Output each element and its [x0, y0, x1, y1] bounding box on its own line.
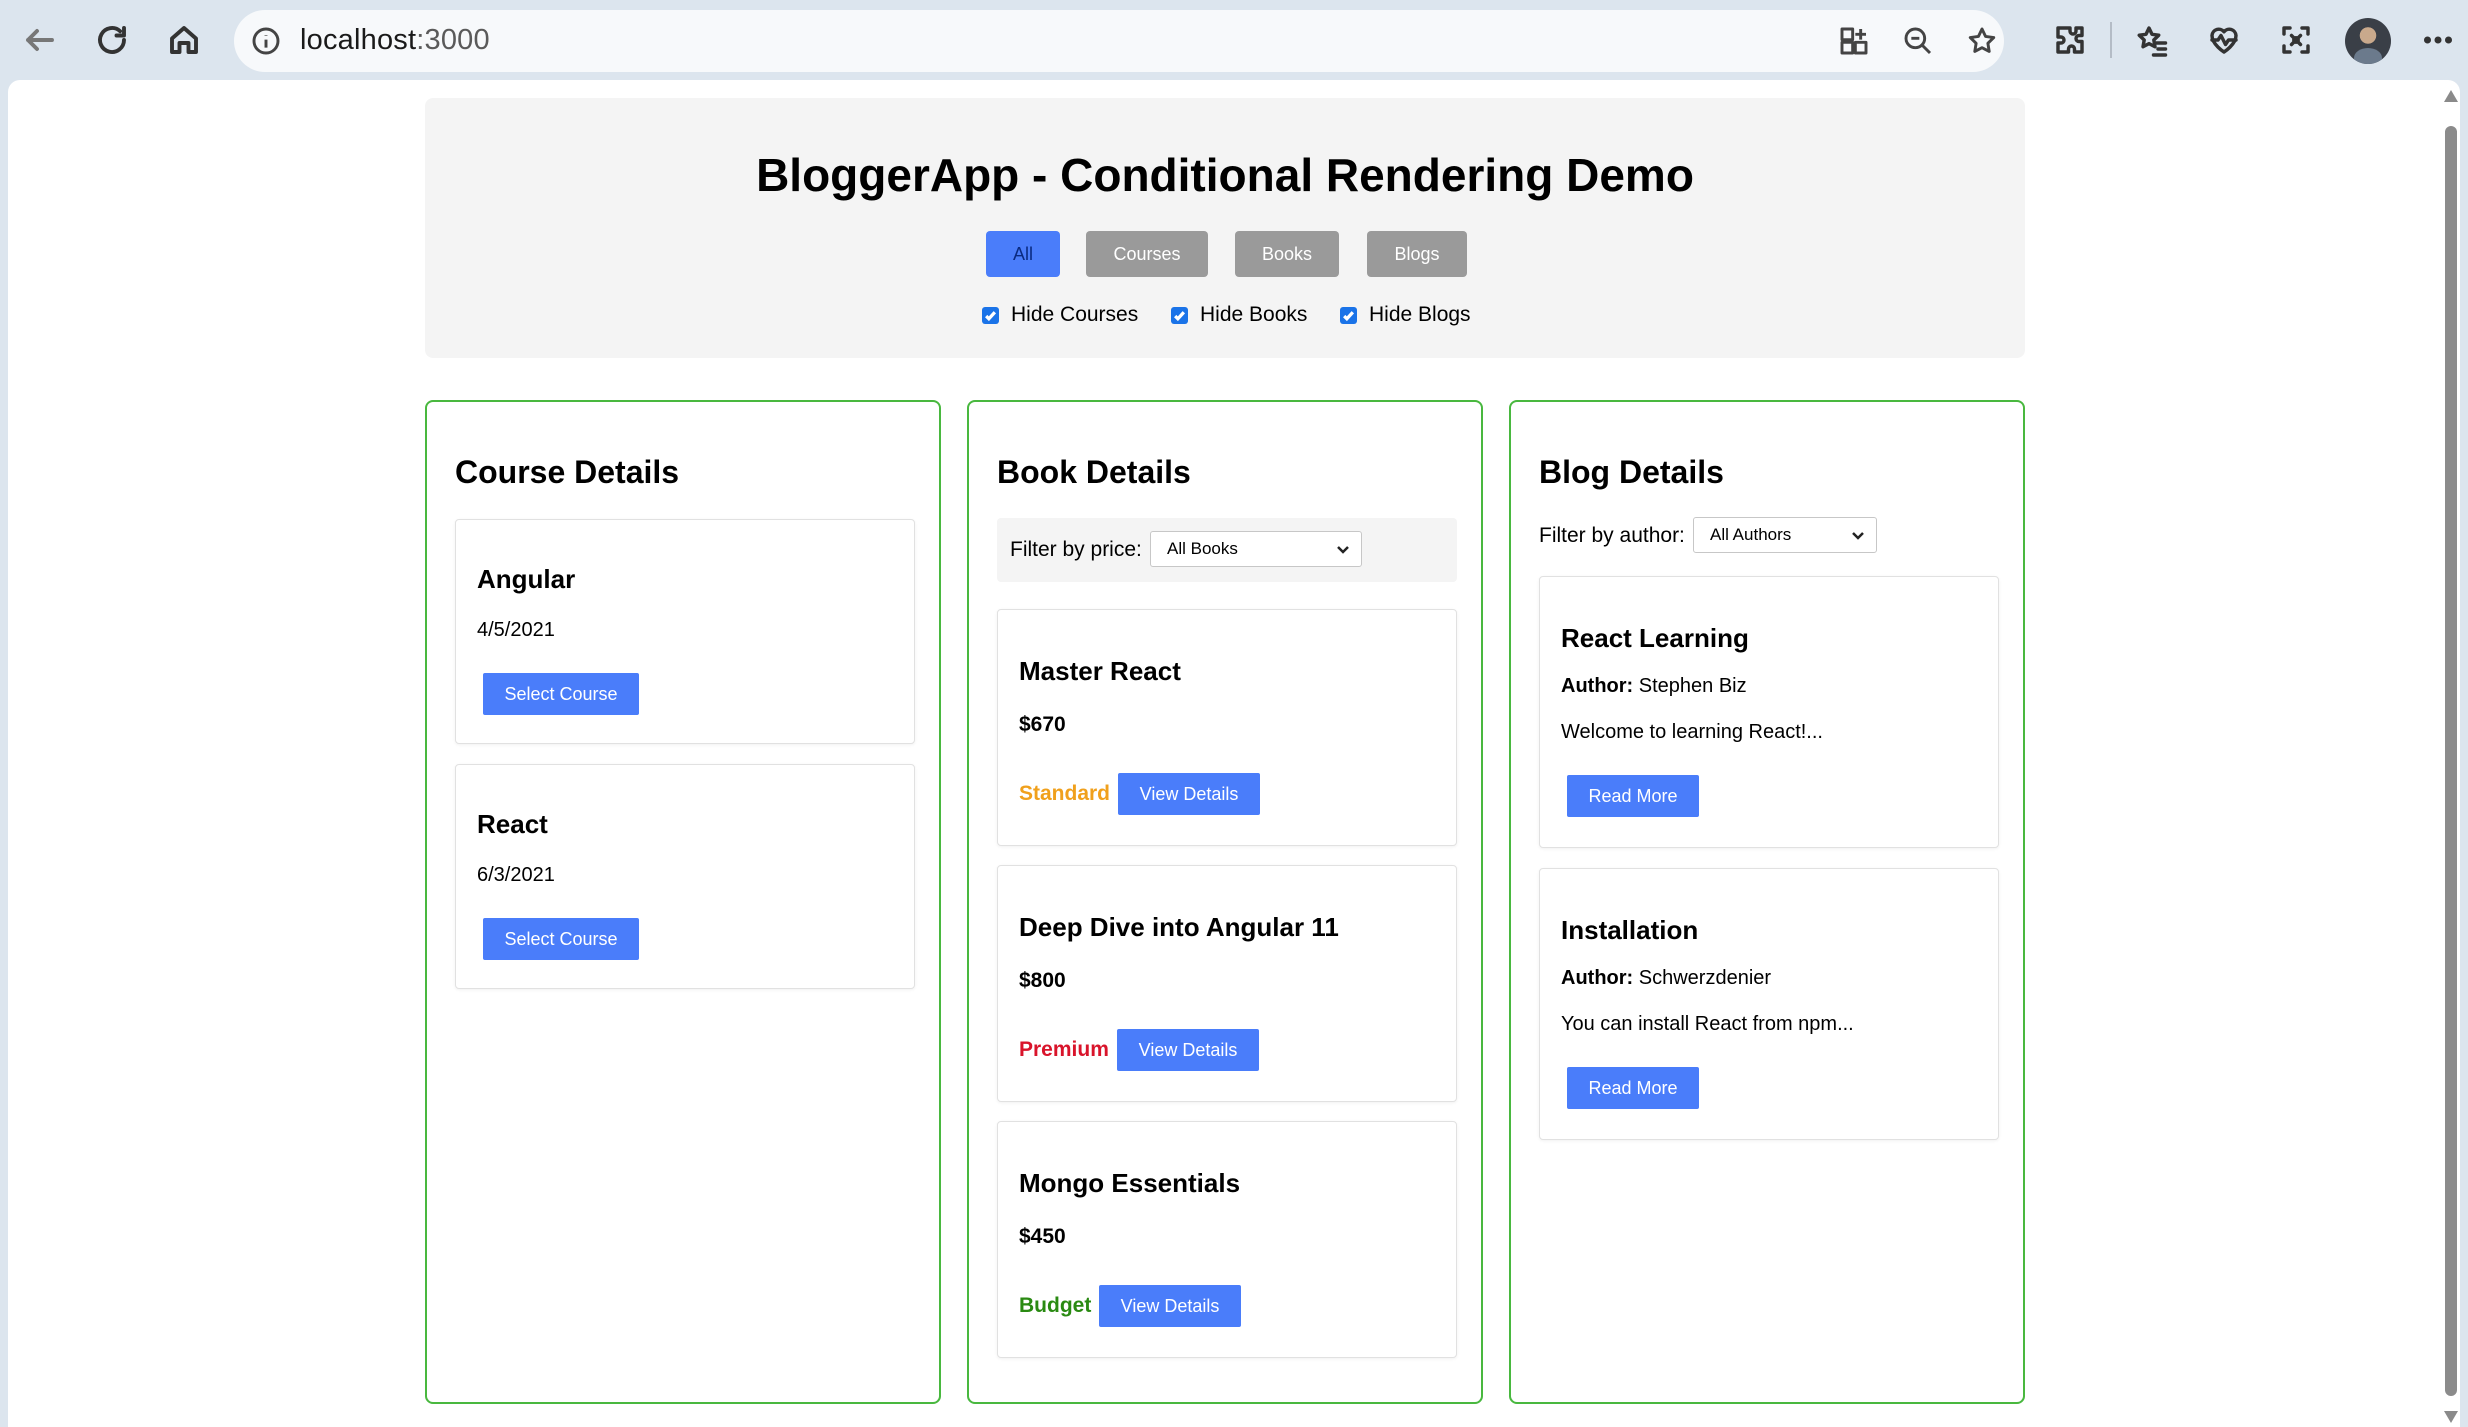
blog-details-panel: Blog Details Filter by author: All Autho…	[1509, 400, 2025, 1404]
author-label: Author:	[1561, 967, 1634, 989]
app-available-icon[interactable]	[1836, 23, 1872, 59]
course-details-title: Course Details	[455, 454, 680, 490]
course-name: React	[477, 809, 548, 839]
url-port: :3000	[416, 24, 490, 56]
book-card: Mongo Essentials $450 Budget View Detail…	[997, 1121, 1457, 1358]
course-card: React 6/3/2021 Select Course	[455, 764, 915, 989]
url-host: localhost	[300, 24, 417, 56]
chevron-down-icon	[1335, 542, 1349, 556]
url-text[interactable]: localhost:3000	[300, 24, 490, 57]
site-info-icon[interactable]	[248, 23, 284, 59]
course-date: 4/5/2021	[477, 619, 555, 641]
book-details-panel: Book Details Filter by price: All Books …	[967, 400, 1483, 1404]
filter-courses-button[interactable]: Courses	[1086, 231, 1208, 277]
checkbox-checked-icon[interactable]	[1171, 306, 1188, 324]
book-tier-label: Premium	[1019, 1038, 1109, 1061]
scroll-thumb[interactable]	[2445, 126, 2457, 1396]
favorites-list-icon[interactable]	[2130, 18, 2174, 62]
hide-courses-label: Hide Courses	[1011, 303, 1139, 326]
blog-name: Installation	[1561, 915, 1699, 945]
book-name: Mongo Essentials	[1019, 1168, 1241, 1198]
view-details-button[interactable]: View Details	[1117, 1029, 1259, 1071]
blog-excerpt: Welcome to learning React!...	[1561, 721, 1823, 743]
chevron-down-icon	[1850, 528, 1864, 542]
browser-toolbar: localhost:3000	[0, 0, 2468, 80]
screenshot-icon[interactable]	[2274, 18, 2318, 62]
checkbox-checked-icon[interactable]	[982, 306, 999, 324]
hide-blogs-checkbox[interactable]: Hide Blogs	[1340, 303, 1471, 327]
course-name: Angular	[477, 564, 576, 594]
toolbar-divider	[2110, 22, 2112, 58]
reload-icon	[98, 26, 126, 54]
author-filter-value: All Authors	[1710, 525, 1792, 544]
home-icon	[170, 26, 198, 54]
author-label: Author:	[1561, 675, 1634, 697]
page-title: BloggerApp - Conditional Rendering Demo	[756, 149, 1694, 201]
more-menu-icon[interactable]	[2418, 18, 2458, 62]
blog-author: Stephen Biz	[1638, 675, 1747, 697]
extensions-puzzle-icon[interactable]	[2048, 18, 2092, 62]
address-bar[interactable]: localhost:3000	[234, 10, 2004, 72]
blog-excerpt: You can install React from npm...	[1561, 1013, 1854, 1035]
arrow-left-icon	[26, 29, 54, 51]
scroll-down-arrow-icon[interactable]	[2444, 1411, 2458, 1423]
blog-author-line: Author: Stephen Biz	[1561, 675, 1747, 698]
favorite-star-icon[interactable]	[1964, 23, 2000, 59]
blog-details-title: Blog Details	[1539, 454, 1724, 490]
home-button[interactable]	[158, 14, 210, 66]
checkbox-checked-icon[interactable]	[1340, 306, 1357, 324]
hide-books-label: Hide Books	[1200, 303, 1308, 326]
hide-books-checkbox[interactable]: Hide Books	[1171, 303, 1307, 327]
filter-books-button[interactable]: Books	[1235, 231, 1339, 277]
hide-blogs-label: Hide Blogs	[1369, 303, 1471, 326]
book-price: $800	[1019, 969, 1066, 992]
zoom-out-icon[interactable]	[1900, 23, 1936, 59]
price-filter-select[interactable]: All Books	[1150, 531, 1362, 567]
view-details-button[interactable]: View Details	[1118, 773, 1260, 815]
book-tier-label: Budget	[1019, 1294, 1092, 1317]
book-price: $670	[1019, 713, 1066, 736]
book-name: Deep Dive into Angular 11	[1019, 912, 1339, 942]
select-course-button[interactable]: Select Course	[483, 673, 639, 715]
author-filter-select[interactable]: All Authors	[1693, 517, 1877, 553]
filter-blogs-button[interactable]: Blogs	[1367, 231, 1467, 277]
course-details-panel: Course Details Angular 4/5/2021 Select C…	[425, 400, 941, 1404]
blog-card: React Learning Author: Stephen Biz Welco…	[1539, 576, 1999, 848]
filter-all-button[interactable]: All	[986, 231, 1060, 277]
read-more-button[interactable]: Read More	[1567, 1067, 1699, 1109]
author-filter-label: Filter by author:	[1539, 524, 1685, 547]
book-card: Deep Dive into Angular 11 $800 Premium V…	[997, 865, 1457, 1102]
book-details-title: Book Details	[997, 454, 1191, 490]
course-date: 6/3/2021	[477, 864, 555, 886]
blog-card: Installation Author: Schwerzdenier You c…	[1539, 868, 1999, 1140]
book-price: $450	[1019, 1225, 1066, 1248]
course-card: Angular 4/5/2021 Select Course	[455, 519, 915, 744]
select-course-button[interactable]: Select Course	[483, 918, 639, 960]
app-header: BloggerApp - Conditional Rendering Demo …	[425, 98, 2025, 358]
blog-name: React Learning	[1561, 623, 1749, 653]
price-filter-value: All Books	[1167, 539, 1238, 558]
price-filter-label: Filter by price:	[1010, 538, 1142, 561]
book-name: Master React	[1019, 656, 1181, 686]
back-button[interactable]	[14, 14, 66, 66]
price-filter-bar: Filter by price: All Books	[997, 518, 1457, 582]
hide-courses-checkbox[interactable]: Hide Courses	[982, 303, 1138, 327]
book-card: Master React $670 Standard View Details	[997, 609, 1457, 846]
read-more-button[interactable]: Read More	[1567, 775, 1699, 817]
scroll-up-arrow-icon[interactable]	[2444, 90, 2458, 102]
vertical-scrollbar[interactable]	[2440, 86, 2460, 1427]
view-details-button[interactable]: View Details	[1099, 1285, 1241, 1327]
blog-author-line: Author: Schwerzdenier	[1561, 967, 1771, 990]
profile-avatar[interactable]	[2345, 18, 2391, 64]
reload-button[interactable]	[86, 14, 138, 66]
browser-essentials-heart-icon[interactable]	[2202, 18, 2246, 62]
book-tier-label: Standard	[1019, 782, 1111, 805]
blog-author: Schwerzdenier	[1638, 967, 1772, 989]
